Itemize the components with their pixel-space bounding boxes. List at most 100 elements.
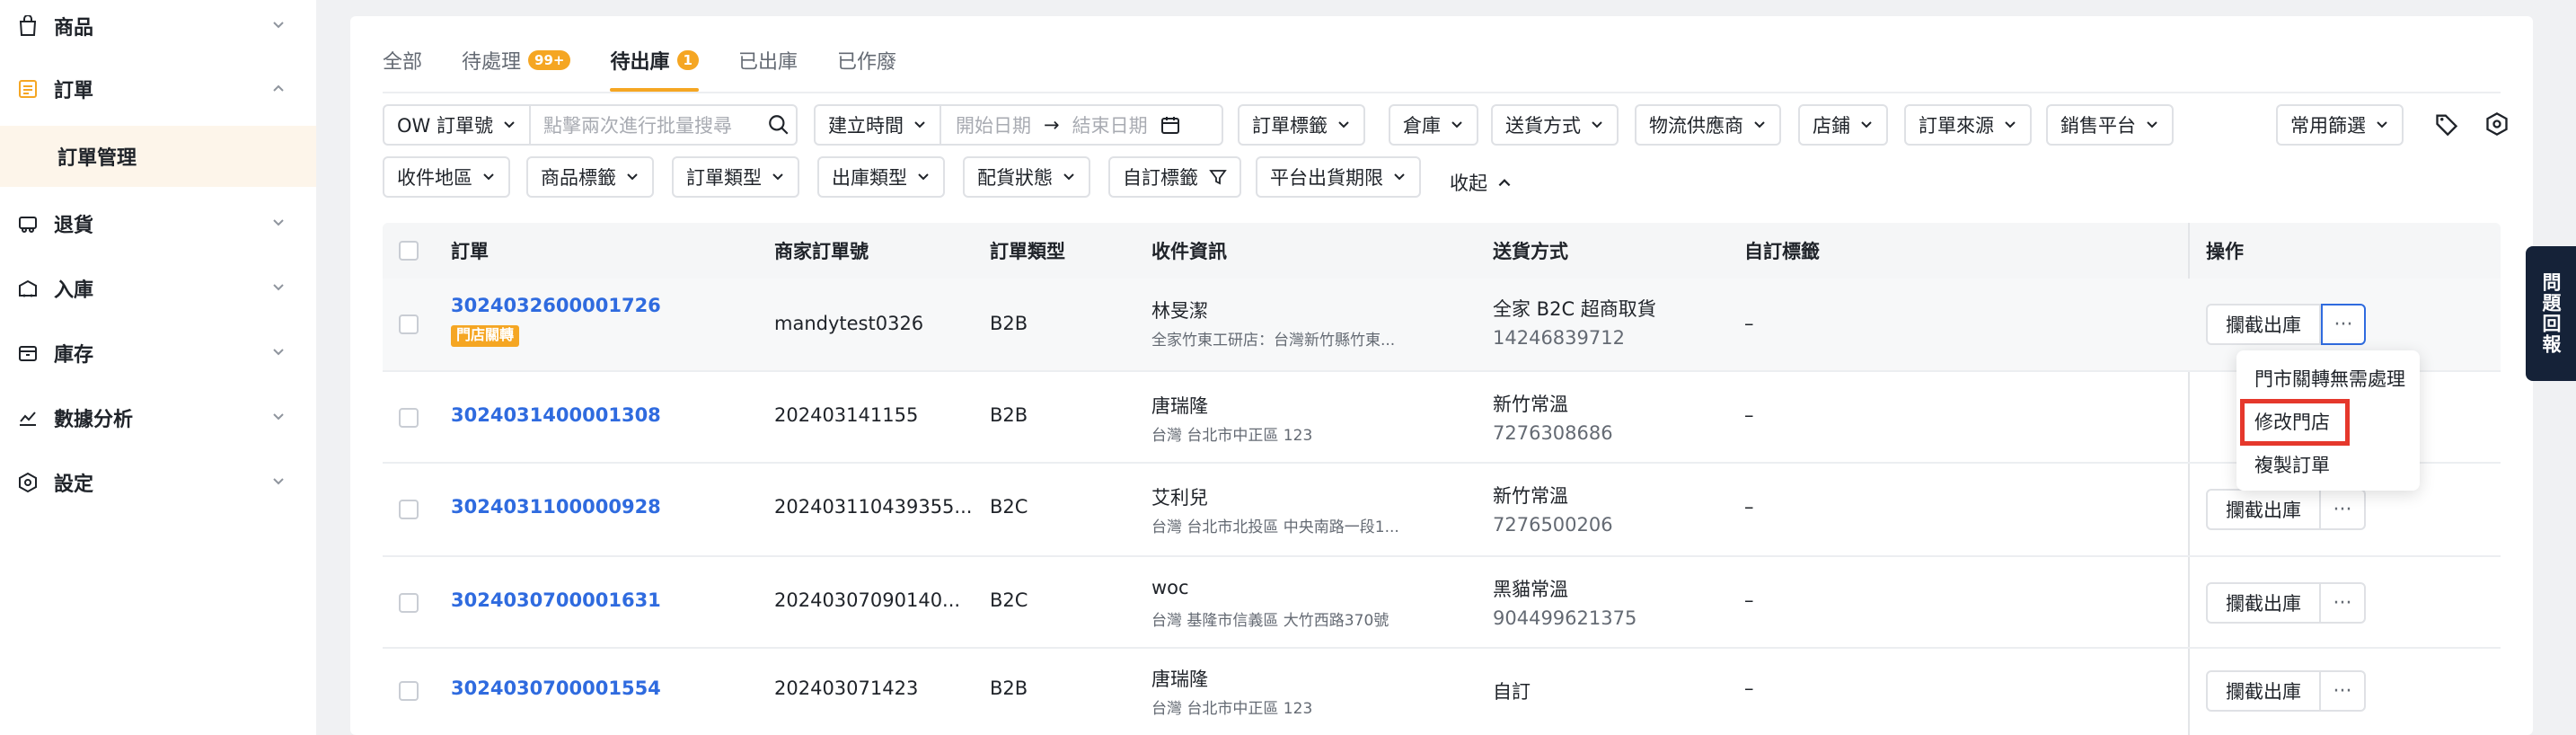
order-number-link[interactable]: 3024031400001308 xyxy=(451,404,661,426)
sidebar-item-settings[interactable]: 設定 xyxy=(0,456,316,509)
chevron-down-icon xyxy=(273,22,284,29)
chevron-down-icon xyxy=(504,121,515,128)
recipient-region-filter[interactable]: 收件地區 xyxy=(383,156,510,198)
menu-item-store-transfer-no-action[interactable]: 門市關轉無需處理 xyxy=(2254,365,2405,392)
chevron-down-icon xyxy=(772,173,783,181)
tag-settings-button[interactable] xyxy=(2429,106,2465,142)
end-date-input[interactable]: 結束日期 xyxy=(1072,111,1148,138)
custom-tag-value: – xyxy=(1744,313,1754,334)
main-panel: 全部 待處理 99+ 待出庫 1 已出庫 已作廢 OW 訂單號 點擊兩次進行批量搜尋… xyxy=(350,16,2533,735)
tab-shipped[interactable]: 已出庫 xyxy=(738,29,798,92)
analytics-icon xyxy=(16,406,40,429)
order-number-link[interactable]: 3024031100000928 xyxy=(451,496,661,518)
select-all-checkbox[interactable] xyxy=(399,241,419,261)
sidebar-item-orders[interactable]: 訂單 xyxy=(0,63,316,115)
order-source-filter[interactable]: 訂單來源 xyxy=(1904,104,2032,146)
search-input[interactable]: 點擊兩次進行批量搜尋 xyxy=(543,111,767,138)
funnel-icon xyxy=(1209,170,1227,185)
shipping-method-filter[interactable]: 送貨方式 xyxy=(1491,104,1619,146)
chevron-down-icon xyxy=(273,349,284,356)
merchant-order-no: 202403141155 xyxy=(774,404,919,426)
highlight-box xyxy=(2240,399,2350,446)
order-type-filter[interactable]: 訂單類型 xyxy=(672,156,799,198)
chevron-down-icon xyxy=(1394,173,1405,181)
tab-awaiting-outbound[interactable]: 待出庫 1 xyxy=(610,29,700,92)
search-type-select[interactable]: OW 訂單號 xyxy=(397,111,493,138)
shipping-method: 新竹常溫 xyxy=(1493,485,1568,507)
sales-platform-filter[interactable]: 銷售平台 xyxy=(2046,104,2174,146)
tab-all[interactable]: 全部 xyxy=(383,29,422,92)
created-time-select[interactable]: 建立時間 xyxy=(816,106,941,144)
sidebar-item-inventory[interactable]: 庫存 xyxy=(0,327,316,379)
chevron-down-icon xyxy=(2005,121,2016,128)
chevron-down-icon xyxy=(273,219,284,226)
column-settings-button[interactable] xyxy=(2479,106,2515,142)
common-filter-select[interactable]: 常用篩選 xyxy=(2276,104,2404,146)
sidebar-item-returns[interactable]: 退貨 xyxy=(0,198,316,250)
row-checkbox[interactable] xyxy=(399,593,419,613)
intercept-outbound-button[interactable]: 攔截出庫 xyxy=(2206,670,2321,712)
sidebar-item-products[interactable]: 商品 xyxy=(0,0,316,52)
sidebar-subitem-order-management[interactable]: 訂單管理 xyxy=(0,126,316,187)
store-transfer-tag: 門店關轉 xyxy=(451,325,520,347)
more-actions-button[interactable]: ··· xyxy=(2321,582,2366,624)
tab-voided[interactable]: 已作廢 xyxy=(837,29,896,92)
chevron-down-icon xyxy=(1861,121,1872,128)
row-checkbox[interactable] xyxy=(399,681,419,701)
tab-pending[interactable]: 待處理 99+ xyxy=(462,29,571,92)
more-actions-button[interactable]: ··· xyxy=(2321,489,2366,530)
more-actions-button[interactable]: ··· xyxy=(2321,304,2366,345)
search-icon[interactable] xyxy=(767,113,790,137)
chevron-down-icon xyxy=(273,478,284,485)
tab-label: 已出庫 xyxy=(737,51,798,74)
shipping-method: 黑貓常溫 xyxy=(1493,579,1568,600)
inventory-icon xyxy=(16,341,40,365)
platform-ship-deadline-filter[interactable]: 平台出貨期限 xyxy=(1256,156,1421,198)
custom-tag-value: – xyxy=(1744,589,1754,611)
filter-label: 店鋪 xyxy=(1813,115,1850,137)
recipient-name: 林旻潔 xyxy=(1151,300,1208,322)
row-checkbox[interactable] xyxy=(399,500,419,519)
order-type: B2C xyxy=(990,496,1028,518)
start-date-input[interactable]: 開始日期 xyxy=(956,111,1031,138)
logistics-provider-filter[interactable]: 物流供應商 xyxy=(1635,104,1781,146)
search-group: OW 訂單號 點擊兩次進行批量搜尋 xyxy=(383,104,798,146)
table-header: 訂單 商家訂單號 訂單類型 收件資訊 送貨方式 自訂標籤 操作 xyxy=(383,223,2501,279)
chevron-down-icon xyxy=(2377,121,2387,128)
order-tag-filter[interactable]: 訂單標籤 xyxy=(1238,104,1365,146)
sidebar: 商品 訂單 訂單管理 退貨 入庫 庫存 數據分析 設定 xyxy=(0,0,316,735)
product-tag-filter[interactable]: 商品標籤 xyxy=(526,156,654,198)
feedback-tab[interactable]: 問題回報 xyxy=(2526,246,2576,381)
merchant-order-no: mandytest0326 xyxy=(774,313,924,334)
outbound-type-filter[interactable]: 出庫類型 xyxy=(817,156,945,198)
more-actions-button[interactable]: ··· xyxy=(2321,670,2366,712)
filter-label: 建立時間 xyxy=(828,115,904,137)
order-number-link[interactable]: 3024030700001554 xyxy=(451,677,661,699)
menu-item-copy-order[interactable]: 複製訂單 xyxy=(2254,451,2330,478)
collapse-filters-button[interactable]: 收起 xyxy=(1450,169,1513,196)
header-custom-tag: 自訂標籤 xyxy=(1744,241,1820,262)
row-checkbox[interactable] xyxy=(399,314,419,334)
sidebar-item-inbound[interactable]: 入庫 xyxy=(0,262,316,314)
calendar-icon[interactable] xyxy=(1160,115,1180,135)
order-number-link[interactable]: 3024032600001726 xyxy=(451,295,661,316)
row-checkbox[interactable] xyxy=(399,408,419,428)
tab-label: 全部 xyxy=(383,51,423,74)
allocation-status-filter[interactable]: 配貨狀態 xyxy=(963,156,1090,198)
store-filter[interactable]: 店鋪 xyxy=(1798,104,1888,146)
table-row: 3024030700001554 202403071423 B2B 唐瑞隆 台灣… xyxy=(383,649,2501,735)
intercept-outbound-button[interactable]: 攔截出庫 xyxy=(2206,304,2321,345)
intercept-outbound-button[interactable]: 攔截出庫 xyxy=(2206,582,2321,624)
warehouse-filter[interactable]: 倉庫 xyxy=(1389,104,1478,146)
intercept-outbound-button[interactable]: 攔截出庫 xyxy=(2206,489,2321,530)
header-shipping: 送貨方式 xyxy=(1493,241,1568,262)
status-tabs: 全部 待處理 99+ 待出庫 1 已出庫 已作廢 xyxy=(383,29,936,92)
chevron-up-icon xyxy=(273,84,284,92)
divider xyxy=(528,105,531,145)
product-bag-icon xyxy=(16,14,40,38)
filter-label: 物流供應商 xyxy=(1649,115,1743,137)
custom-tag-filter[interactable]: 自訂標籤 xyxy=(1108,156,1241,198)
order-number-link[interactable]: 3024030700001631 xyxy=(451,589,661,611)
tracking-number: 14246839712 xyxy=(1493,327,1625,349)
sidebar-item-analytics[interactable]: 數據分析 xyxy=(0,392,316,444)
